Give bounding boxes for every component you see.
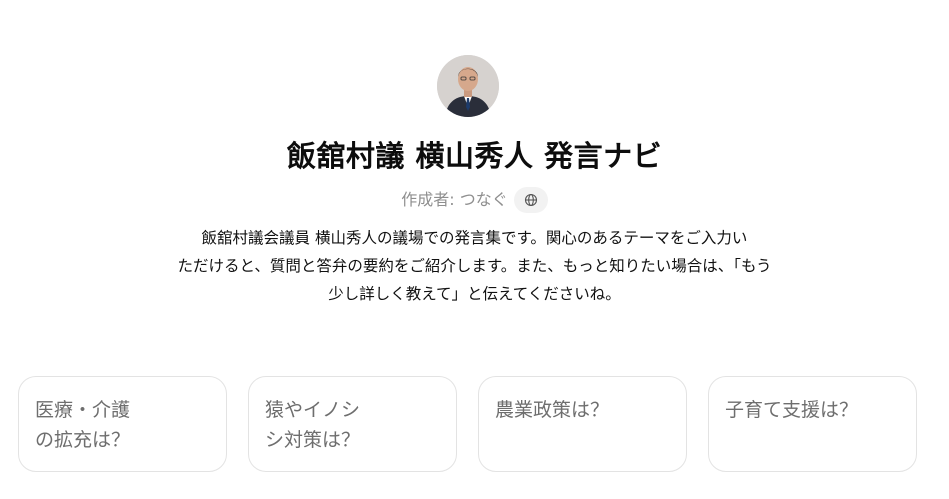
author-byline: 作成者: つなぐ [0,186,949,214]
suggestion-cards: 医療・介護 の拡充は？ 猿やイノシ シ対策は？ 農業政策は？ 子育て支援は？ [18,376,917,472]
avatar [437,55,499,117]
suggestion-card-medical-care[interactable]: 医療・介護 の拡充は？ [18,376,227,472]
suggestion-text: 子育て支援は？ [725,399,859,421]
description-line: 少し詳しく教えて」と伝えてくださいね。 [328,285,621,303]
suggestion-text: 農業政策は？ [495,399,610,421]
person-portrait-image [437,55,499,117]
suggestion-text: シ対策は？ [265,429,361,451]
visibility-chip[interactable] [513,187,548,213]
page-title: 飯舘村議 横山秀人 発言ナビ [286,139,663,173]
suggestion-text: 猿やイノシ [265,399,361,421]
description-line: 飯舘村議会議員 横山秀人の議場での発言集です。関心のあるテーマをご入力い [201,229,748,247]
suggestion-card-wildlife[interactable]: 猿やイノシ シ対策は？ [248,376,457,472]
description-line: ただけると、質問と答弁の要約をご紹介します。また、もっと知りたい場合は、「もう [177,257,772,275]
suggestion-text: 医療・介護 [35,399,131,421]
description: 飯舘村議会議員 横山秀人の議場での発言集です。関心のあるテーマをご入力い ただけ… [172,224,777,308]
suggestion-card-childcare[interactable]: 子育て支援は？ [708,376,917,472]
suggestion-text: の拡充は？ [35,429,131,451]
globe-icon [524,193,537,207]
author-label: 作成者: つなぐ [401,190,508,209]
suggestion-card-agriculture[interactable]: 農業政策は？ [478,376,687,472]
